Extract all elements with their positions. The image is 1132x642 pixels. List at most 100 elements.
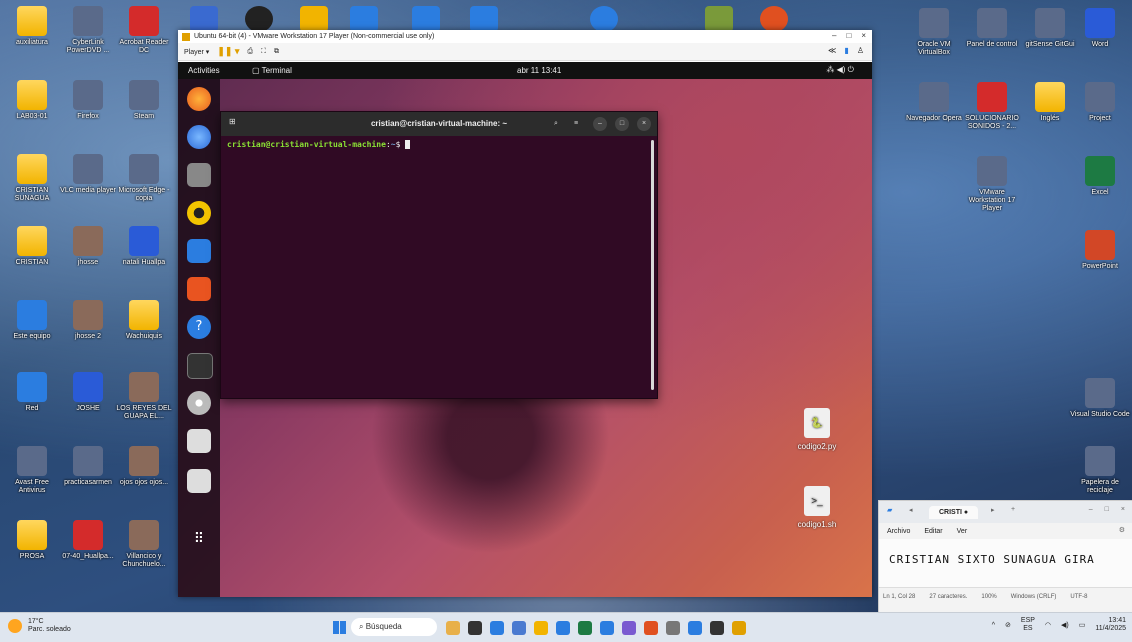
app-shortcut-icon[interactable] [245, 6, 273, 32]
close-button[interactable]: × [1121, 506, 1125, 513]
minimize-button[interactable]: – [832, 31, 836, 40]
minimize-button[interactable]: – [1089, 506, 1093, 513]
close-button[interactable]: × [861, 31, 866, 40]
user-icon[interactable]: ♙ [857, 46, 864, 55]
taskbar-app-icon[interactable] [512, 621, 526, 635]
desktop-icon[interactable]: Firefox [58, 80, 118, 121]
taskbar-app-icon[interactable] [534, 621, 548, 635]
desktop-icon[interactable]: Excel [1070, 156, 1130, 197]
firefox-icon[interactable] [187, 87, 211, 111]
desktop-icon[interactable]: Avast Free Antivirus [2, 446, 62, 495]
taskbar-app-icon[interactable] [732, 621, 746, 635]
wifi-icon[interactable]: ◠ [1045, 621, 1051, 629]
collapse-icon[interactable]: ≪ [828, 46, 836, 55]
tab-scroll-right-icon[interactable]: ▸ [991, 506, 995, 514]
minimize-button[interactable]: – [593, 117, 607, 131]
terminal-header[interactable]: ⊞ cristian@cristian-virtual-machine: ~ ⌕… [221, 112, 657, 136]
notepad-text-area[interactable]: CRISTIAN SIXTO SUNAGUA GIRA [879, 539, 1132, 587]
taskbar-search[interactable]: ⌕ Búsqueda [351, 618, 437, 636]
tab-scroll-left-icon[interactable]: ◂ [909, 506, 913, 514]
clock[interactable]: abr 11 13:41 [517, 66, 561, 75]
hamburger-menu-icon[interactable]: ≡ [569, 117, 583, 131]
desktop-icon[interactable]: Red [2, 372, 62, 413]
terminal-scrollbar[interactable] [651, 140, 654, 390]
desktop-icon[interactable]: jhosse [58, 226, 118, 267]
unity-icon[interactable]: ⧉ [274, 48, 279, 56]
desktop-icon[interactable]: LAB03-01 [2, 80, 62, 121]
libreoffice-writer-icon[interactable] [187, 239, 211, 263]
desktop-icon[interactable]: LOS REYES DEL GUAPA EL... [114, 372, 174, 421]
menu-editar[interactable]: Editar [924, 528, 942, 535]
menu-archivo[interactable]: Archivo [887, 528, 910, 535]
desktop-icon[interactable]: JOSHE [58, 372, 118, 413]
battery-icon[interactable]: ▭ [1079, 621, 1086, 629]
desktop-icon[interactable]: CRISTIAN [2, 226, 62, 267]
close-button[interactable]: × [637, 117, 651, 131]
desktop-icon[interactable]: Project [1070, 82, 1130, 123]
software-center-icon[interactable] [187, 277, 211, 301]
send-ctrl-alt-del-icon[interactable]: ⎙ [247, 48, 253, 56]
taskbar-app-icon[interactable] [666, 621, 680, 635]
taskbar-app-icon[interactable] [468, 621, 482, 635]
file-codigo2-py[interactable]: 🐍 codigo2.py [782, 408, 852, 451]
windows-start-icon[interactable] [333, 621, 346, 634]
desktop-icon[interactable]: PowerPoint [1070, 230, 1130, 271]
desktop-icon[interactable]: Panel de control [962, 8, 1022, 49]
desktop-icon[interactable]: Oracle VM VirtualBox [904, 8, 964, 57]
c-app-icon[interactable] [350, 6, 378, 32]
taskbar-app-icon[interactable] [446, 621, 460, 635]
player-menu[interactable]: Player ▾ [184, 48, 209, 56]
system-menu[interactable]: ⁂ ◀) ⏻ [826, 65, 854, 75]
desktop-icon[interactable]: auxiliatura [2, 6, 62, 47]
settings-gear-icon[interactable]: ⚙ [1119, 526, 1125, 534]
folder-shortcut-icon[interactable] [300, 6, 328, 32]
taskbar-app-icon[interactable] [556, 621, 570, 635]
telegram-icon[interactable] [590, 6, 618, 32]
taskbar-app-icon[interactable] [600, 621, 614, 635]
desktop-icon[interactable]: ojos ojos ojos... [114, 446, 174, 487]
desktop-icon[interactable]: CyberLink PowerDVD ... [58, 6, 118, 55]
desktop-icon[interactable]: Word [1070, 8, 1130, 49]
desktop-icon[interactable]: Steam [114, 80, 174, 121]
desktop-icon[interactable]: Papelera de reciclaje [1070, 446, 1130, 495]
tray-overflow-icon[interactable]: ^ [992, 622, 995, 629]
weather-widget[interactable]: 17°C Parc. soleado [8, 618, 71, 634]
search-icon[interactable]: ⌕ [549, 117, 563, 131]
dvd-icon[interactable] [187, 391, 211, 415]
desktop-icon[interactable]: Microsoft Edge - copia [114, 154, 174, 203]
desktop-icon[interactable]: practicasarmen [58, 446, 118, 487]
thunderbird-icon[interactable] [187, 125, 211, 149]
desktop-icon[interactable]: Este equipo [2, 300, 62, 341]
desktop-icon[interactable]: jhosse 2 [58, 300, 118, 341]
maximize-button[interactable]: □ [1105, 506, 1109, 513]
desktop-icon[interactable]: VMware Workstation 17 Player [962, 156, 1022, 213]
taskbar-app-icon[interactable] [710, 621, 724, 635]
disk-icon[interactable] [187, 429, 211, 453]
desktop-icon[interactable]: natali Huallpa [114, 226, 174, 267]
desktop-icon[interactable]: Navegador Opera [904, 82, 964, 123]
taskbar-app-icon[interactable] [688, 621, 702, 635]
trash-icon[interactable] [187, 469, 211, 493]
help-icon[interactable]: ? [187, 315, 211, 339]
volume-icon[interactable]: ◀) [1061, 621, 1069, 629]
chrome-icon[interactable] [760, 6, 788, 32]
menu-ver[interactable]: Ver [957, 528, 968, 535]
desktop-icon[interactable]: CRISTIAN SUNAGUA [2, 154, 62, 203]
tab-cristi[interactable]: CRISTI ● [929, 506, 979, 519]
taskbar-clock[interactable]: 13:41 11/4/2025 [1095, 617, 1126, 633]
taskbar-app-icon[interactable] [578, 621, 592, 635]
app-shortcut-icon[interactable] [705, 6, 733, 32]
maximize-button[interactable]: □ [615, 117, 629, 131]
desktop-icon[interactable]: SOLUCIONARIO SONIDOS - 2... [962, 82, 1022, 131]
taskbar-app-icon[interactable] [490, 621, 504, 635]
c-app-icon[interactable] [470, 6, 498, 32]
taskbar-app-icon[interactable] [622, 621, 636, 635]
rhythmbox-icon[interactable] [187, 201, 211, 225]
active-app-menu[interactable]: ▢ Terminal [252, 66, 292, 75]
desktop-icon[interactable]: 07-40_Huallpa... [58, 520, 118, 561]
desktop-icon[interactable]: Visual Studio Code [1070, 378, 1130, 419]
activities-button[interactable]: Activities [188, 66, 220, 75]
network-app-icon[interactable]: ⊘ [1005, 621, 1011, 629]
fit-guest-icon[interactable]: ⛶ [261, 48, 266, 56]
taskbar-app-icon[interactable] [644, 621, 658, 635]
